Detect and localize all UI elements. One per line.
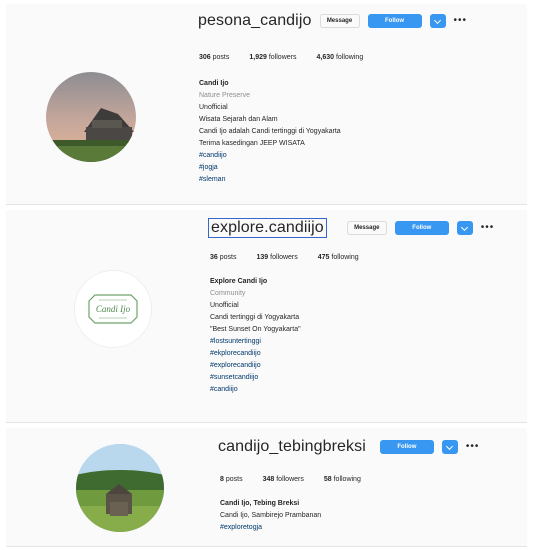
bio-line: Unofficial — [199, 104, 228, 111]
bio-line: Candi Ijo, Sambirejo Prambanan — [220, 512, 322, 519]
temple-photo — [46, 72, 136, 162]
bio-hashtag[interactable]: #candiijo — [210, 384, 301, 396]
bio-name: Candi Ijo — [199, 80, 229, 87]
candi-ijo-logo: Candi Ijo — [75, 271, 151, 347]
followers-stat[interactable]: 348 followers — [263, 476, 304, 483]
suggested-chevron-button[interactable] — [429, 14, 446, 28]
message-button[interactable]: Message — [346, 221, 387, 235]
suggested-chevron-button[interactable] — [456, 221, 473, 235]
bio-category: Nature Preserve — [199, 92, 250, 99]
profile-username[interactable]: pesona_candijo — [198, 12, 312, 30]
bio-hashtag[interactable]: #explorecandiijo — [210, 360, 301, 372]
bio-line: Candi tertinggi di Yogyakarta — [210, 314, 300, 321]
followers-stat[interactable]: 1,929 followers — [249, 54, 296, 61]
bio-name: Candi Ijo, Tebing Breksi — [220, 500, 300, 507]
bio-hashtag[interactable]: #sunsetcandiijo — [210, 372, 301, 384]
profile-username[interactable]: explore.candiijo — [208, 218, 327, 238]
profile-stats: 8 posts 348 followers 58 following — [220, 476, 361, 483]
following-stat[interactable]: 58 following — [324, 476, 361, 483]
profile-username[interactable]: candijo_tebingbreksi — [218, 438, 366, 456]
bio-line: Unofficial — [210, 302, 239, 309]
following-stat[interactable]: 475 following — [318, 254, 359, 261]
follow-button[interactable]: Follow — [367, 14, 422, 28]
profile-avatar[interactable] — [76, 444, 164, 532]
profile-card-explore-candiijo: Candi Ijo explore.candiijo Message Follo… — [6, 210, 527, 423]
profile-avatar[interactable]: Candi Ijo — [74, 270, 152, 348]
message-button[interactable]: Message — [319, 14, 360, 28]
more-options-icon[interactable]: ••• — [466, 442, 480, 452]
profile-bio: Candi Ijo Nature Preserve Unofficial Wis… — [199, 78, 341, 186]
follow-button[interactable]: Follow — [394, 221, 449, 235]
bio-hashtag[interactable]: #jogja — [199, 162, 341, 174]
profile-stats: 306 posts 1,929 followers 4,630 followin… — [199, 54, 363, 61]
more-options-icon[interactable]: ••• — [454, 16, 468, 26]
followers-stat[interactable]: 139 followers — [256, 254, 297, 261]
profile-card-candijo-tebingbreksi: candijo_tebingbreksi Follow ••• 8 posts … — [6, 428, 527, 547]
landscape-photo — [76, 444, 164, 532]
bio-hashtag[interactable]: #candiijo — [199, 150, 341, 162]
bio-hashtag[interactable]: #exploretogja — [220, 522, 321, 534]
posts-stat: 306 posts — [199, 54, 230, 61]
profile-bio: Candi Ijo, Tebing Breksi Candi Ijo, Samb… — [220, 498, 321, 534]
bio-name: Explore Candi Ijo — [210, 278, 268, 285]
more-options-icon[interactable]: ••• — [481, 223, 495, 233]
suggested-chevron-button[interactable] — [441, 440, 458, 454]
bio-category: Community — [210, 290, 246, 297]
bio-line: Candi Ijo adalah Candi tertinggi di Yogy… — [199, 128, 341, 135]
posts-stat: 36 posts — [210, 254, 237, 261]
bio-line: Wisata Sejarah dan Alam — [199, 116, 278, 123]
profile-stats: 36 posts 139 followers 475 following — [210, 254, 359, 261]
posts-stat: 8 posts — [220, 476, 243, 483]
profile-avatar[interactable] — [46, 72, 136, 162]
bio-hashtag[interactable]: #ekplorecandiijo — [210, 348, 301, 360]
follow-button[interactable]: Follow — [379, 440, 434, 454]
profile-card-pesona-candijo: pesona_candijo Message Follow ••• 306 po… — [6, 4, 527, 205]
bio-hashtag[interactable]: #sleman — [199, 174, 341, 186]
svg-text:Candi Ijo: Candi Ijo — [96, 304, 131, 314]
bio-line: "Best Sunset On Yogyakarta" — [210, 326, 301, 333]
following-stat[interactable]: 4,630 following — [316, 54, 363, 61]
bio-line: Terima kasedingan JEEP WISATA — [199, 140, 305, 147]
profile-bio: Explore Candi Ijo Community Unofficial C… — [210, 276, 301, 396]
bio-hashtag[interactable]: #lostsuntertinggi — [210, 336, 301, 348]
